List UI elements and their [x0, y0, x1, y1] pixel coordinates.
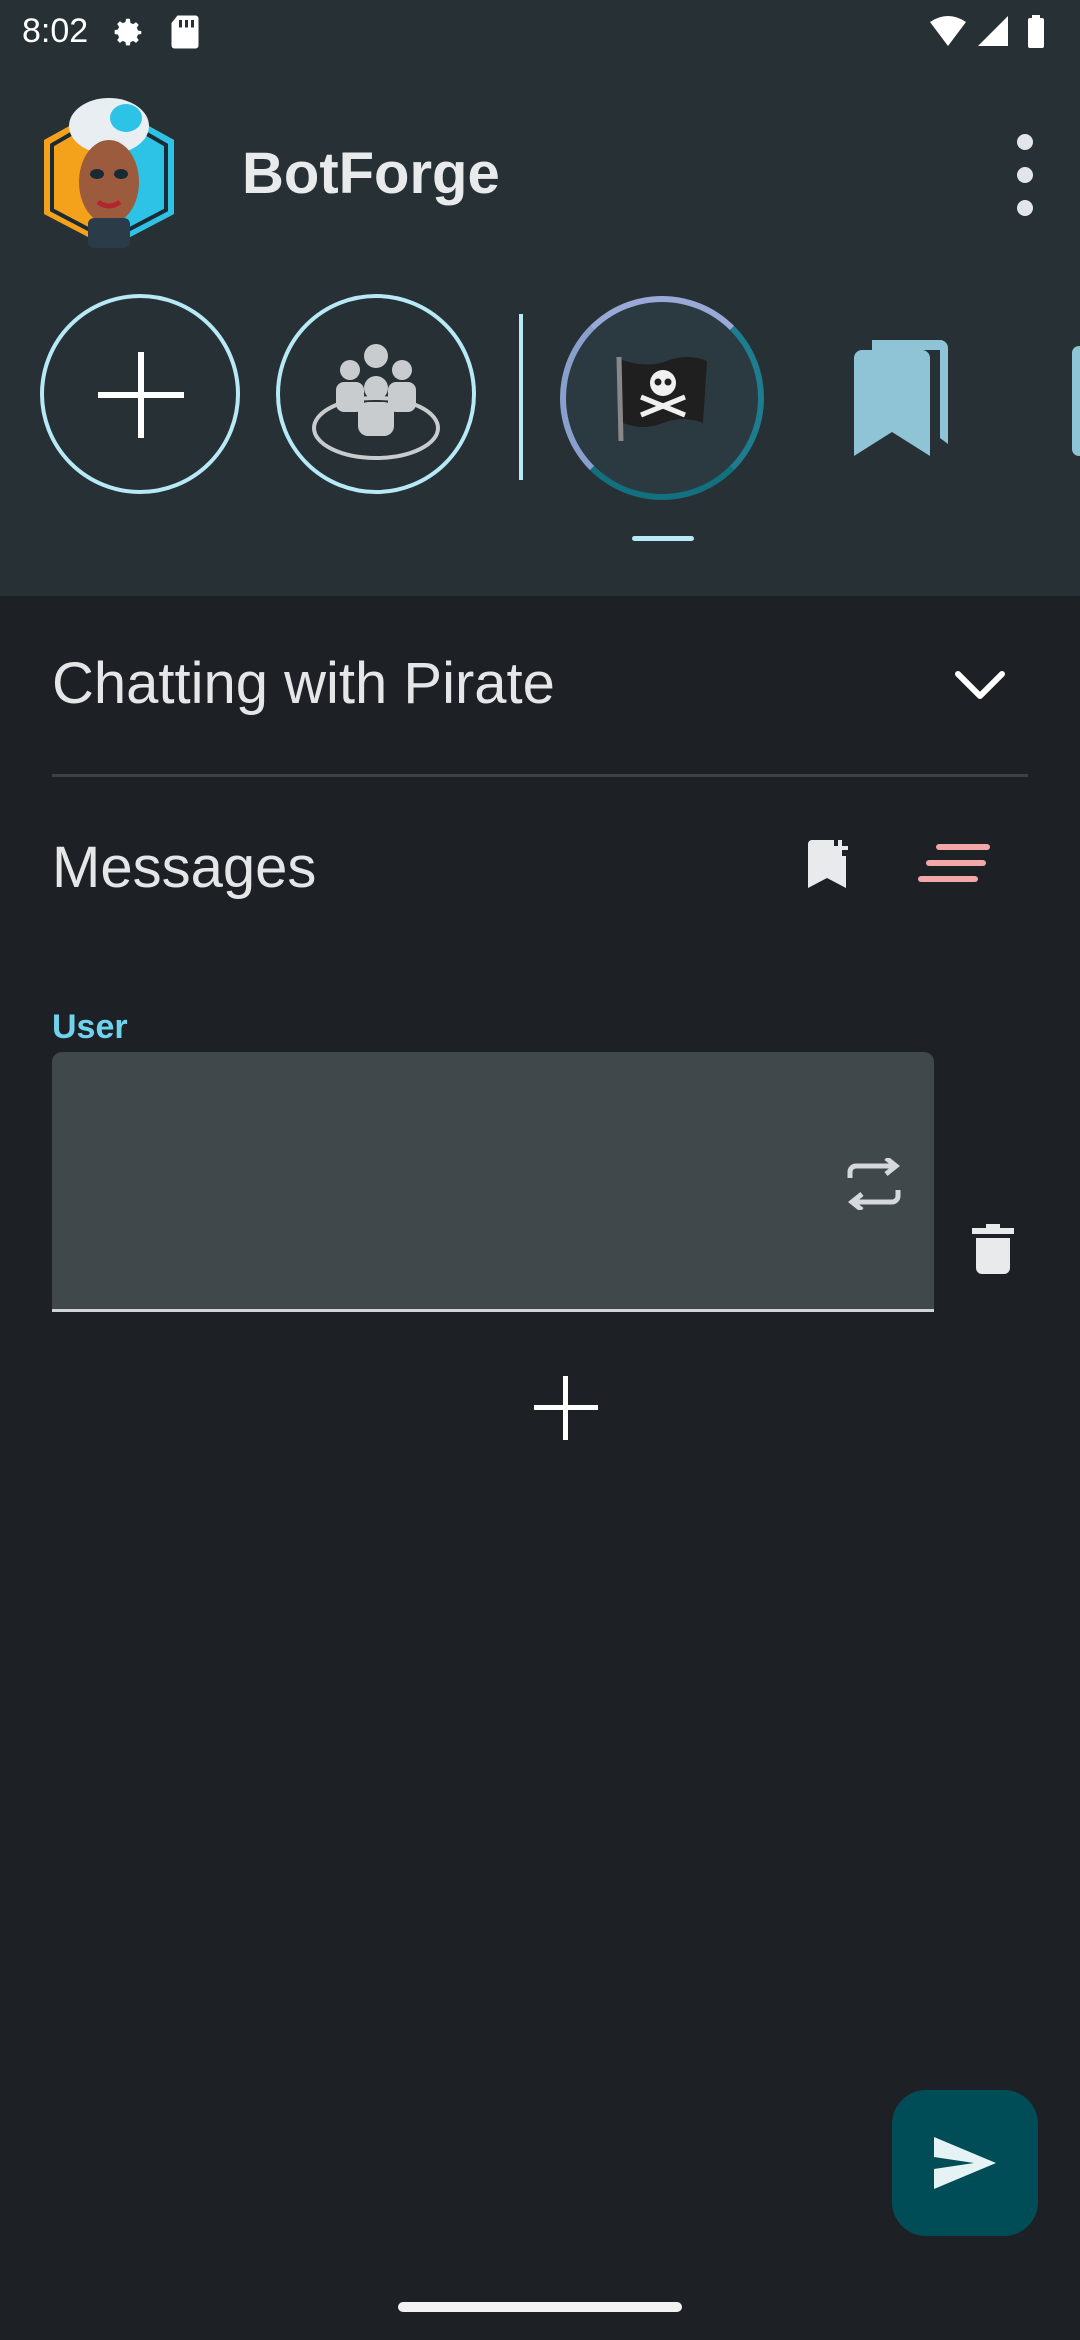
- chevron-down-icon: [955, 671, 1005, 699]
- add-message-button[interactable]: [534, 1376, 598, 1445]
- bot-divider: [519, 314, 523, 480]
- pirate-bot-button[interactable]: [560, 296, 764, 500]
- message-input[interactable]: [74, 1074, 838, 1278]
- bookmarks-button[interactable]: [848, 340, 948, 461]
- delete-message-button[interactable]: [972, 1224, 1014, 1279]
- battery-icon: [1028, 18, 1044, 48]
- app-title: BotForge: [242, 141, 500, 206]
- plus-icon: [98, 352, 184, 438]
- botforge-logo: [36, 90, 182, 250]
- selected-indicator: [632, 536, 694, 541]
- bot-item-partial[interactable]: [1072, 346, 1080, 456]
- status-icons: [928, 14, 1058, 57]
- pirate-flag-icon: [616, 356, 707, 442]
- messages-heading: Messages: [52, 835, 317, 900]
- send-icon: [934, 2137, 996, 2189]
- status-bar: 8:02: [0, 0, 1080, 66]
- bookmarks-icon: [854, 340, 948, 456]
- plus-icon: [534, 1376, 598, 1440]
- status-time: 8:02: [22, 12, 89, 50]
- bookmark-add-button[interactable]: [806, 840, 852, 897]
- wifi-icon: [930, 16, 966, 46]
- screen: 8:02 BotForge Chatting with Pirate Messa…: [0, 0, 1080, 2340]
- navigation-handle[interactable]: [398, 2302, 682, 2312]
- sd-card-icon: [170, 14, 200, 55]
- clear-all-icon: [918, 844, 990, 882]
- chat-title: Chatting with Pirate: [52, 651, 555, 716]
- app-bar: BotForge: [0, 66, 1080, 266]
- clear-messages-button[interactable]: [916, 842, 992, 893]
- expand-chat-button[interactable]: [950, 656, 1010, 721]
- group-icon: [312, 344, 440, 460]
- swap-icon: [847, 1156, 901, 1212]
- trash-icon: [972, 1224, 1014, 1274]
- add-bot-button[interactable]: [40, 294, 240, 494]
- message-role-label: User: [52, 1008, 128, 1046]
- more-options-button[interactable]: [1000, 130, 1050, 220]
- group-chat-button[interactable]: [276, 294, 476, 494]
- bookmark-add-icon: [808, 840, 848, 888]
- gear-icon: [108, 14, 146, 57]
- more-vert-icon: [1017, 134, 1033, 216]
- swap-role-button[interactable]: [846, 1156, 902, 1215]
- signal-icon: [978, 16, 1008, 46]
- message-field[interactable]: [52, 1052, 934, 1312]
- bot-selector-bar: [0, 266, 1080, 596]
- divider: [52, 774, 1028, 777]
- send-button[interactable]: [892, 2090, 1038, 2236]
